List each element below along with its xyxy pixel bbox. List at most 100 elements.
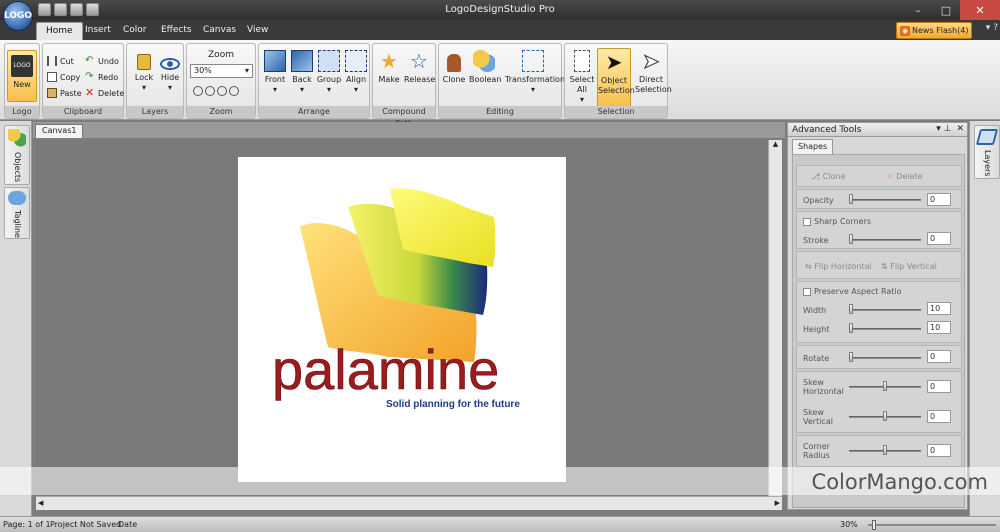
horizontal-scrollbar[interactable]: ◀ ▶ [36, 496, 782, 510]
opacity-slider[interactable] [849, 199, 921, 201]
hide-button[interactable]: Hide ▾ [155, 50, 185, 93]
copy-label: Copy [60, 72, 81, 82]
delete-label: Delete [98, 88, 125, 98]
preserve-aspect-checkbox[interactable]: Preserve Aspect Ratio [803, 287, 902, 296]
group-label-arrange: Arrange [259, 106, 369, 118]
brand-wordmark[interactable]: palamine [272, 338, 500, 402]
preserve-aspect-label: Preserve Aspect Ratio [814, 287, 902, 296]
cut-label: Cut [60, 56, 74, 66]
paste-icon [47, 88, 57, 98]
make-button[interactable]: ★ Make [374, 50, 404, 85]
status-page: Page: 1 of 1 [3, 520, 51, 529]
zoom-slider[interactable] [868, 524, 996, 526]
help-icon[interactable]: ? [993, 23, 998, 33]
stroke-slider[interactable] [849, 239, 921, 241]
scroll-left-icon[interactable]: ◀ [38, 499, 43, 507]
zoom-actual-icon[interactable] [229, 86, 239, 96]
stroke-slider-thumb[interactable] [849, 234, 853, 244]
zoom-out-icon[interactable] [217, 86, 227, 96]
select-all-button[interactable]: Select All ▾ [567, 50, 597, 105]
flip-horizontal-button[interactable]: ⇆ Flip Horizontal [805, 262, 872, 271]
release-button[interactable]: ☆ Release [404, 49, 436, 85]
skew-horizontal-input[interactable]: 0 [927, 380, 951, 393]
tagline-text[interactable]: Solid planning for the future [386, 399, 520, 410]
rotate-label: Rotate [803, 354, 830, 363]
logo-artwork[interactable]: palamine Solid planning for the future [238, 157, 566, 482]
corner-radius-input[interactable]: 0 [927, 444, 951, 457]
preserve-aspect-box[interactable] [803, 287, 811, 296]
zoom-select[interactable]: 30% ▾ [190, 64, 253, 78]
clone-button[interactable]: Clone [439, 50, 469, 85]
opacity-input[interactable]: 0 [927, 193, 951, 206]
copy-button[interactable]: Copy [47, 72, 80, 82]
height-slider-thumb[interactable] [849, 323, 853, 333]
tab-view[interactable]: View [238, 22, 277, 40]
side-tab-objects[interactable]: Objects [4, 125, 30, 185]
direct-selection-button[interactable]: ➤ Direct Selection [635, 50, 672, 95]
flip-vertical-label: Flip Vertical [890, 262, 937, 271]
opacity-slider-thumb[interactable] [849, 194, 853, 204]
scroll-right-icon[interactable]: ▶ [775, 499, 780, 507]
boolean-button[interactable]: Boolean [469, 50, 501, 85]
vertical-scrollbar[interactable]: ▲ [768, 140, 782, 496]
window-title: LogoDesignStudio Pro [445, 4, 555, 15]
app-orb-button[interactable]: LOGO [3, 1, 33, 31]
scroll-up-icon[interactable]: ▲ [769, 140, 782, 148]
panel-clone-button[interactable]: ⎇ Clone [811, 172, 845, 181]
side-tab-tagline[interactable]: Tagline [4, 187, 30, 239]
group-label-compound: Compound Path [373, 106, 435, 128]
redo-button[interactable]: ↷ Redo [85, 72, 118, 82]
flip-vertical-button[interactable]: ⇅ Flip Vertical [881, 262, 937, 271]
zoom-value: 30% [194, 66, 212, 75]
pin-icon[interactable]: ▾ ⊥ [936, 124, 951, 134]
object-selection-button[interactable]: ➤ Object Selection [597, 48, 635, 108]
sharp-corners-box[interactable] [803, 217, 811, 226]
width-slider[interactable] [849, 309, 921, 311]
undo-button[interactable]: ↶ Undo [85, 56, 119, 66]
delete-button[interactable]: ✕ Delete [85, 87, 125, 98]
object-selection-label: Object Selection [598, 76, 635, 95]
panel-close-icon[interactable]: ✕ [956, 124, 964, 134]
minimize-button[interactable]: – [904, 0, 932, 20]
zoom-in-icon[interactable] [205, 86, 215, 96]
group-button[interactable]: Group ▾ [314, 50, 344, 95]
cut-button[interactable]: Cut [47, 56, 74, 66]
tab-canvas1[interactable]: Canvas1 [35, 124, 84, 138]
paste-button[interactable]: Paste [47, 88, 82, 98]
side-tab-layers[interactable]: Layers [974, 125, 1000, 179]
star-release-icon: ☆ [410, 49, 428, 73]
align-button[interactable]: Align ▾ [341, 50, 371, 95]
height-slider[interactable] [849, 328, 921, 330]
zoom-slider-thumb[interactable] [872, 520, 876, 530]
back-button[interactable]: Back ▾ [287, 50, 317, 95]
news-flash-button[interactable]: ◉ News Flash(4) [896, 22, 972, 39]
width-input[interactable]: 10 [927, 302, 951, 315]
rotate-slider[interactable] [849, 357, 921, 359]
tab-color[interactable]: Color [114, 22, 156, 40]
skew-vertical-input[interactable]: 0 [927, 410, 951, 423]
skew-horizontal-thumb[interactable] [883, 381, 887, 391]
close-button[interactable]: ✕ [960, 0, 1000, 20]
clone-label: Clone [442, 75, 466, 84]
rotate-slider-thumb[interactable] [849, 352, 853, 362]
objects-label: Objects [13, 152, 22, 183]
options-dropdown-icon[interactable]: ▾ [986, 23, 991, 33]
group-icon [318, 50, 340, 72]
zoom-fit-icon[interactable] [193, 86, 203, 96]
sharp-corners-checkbox[interactable]: Sharp Corners [803, 217, 871, 226]
release-label: Release [404, 75, 436, 84]
tab-shapes[interactable]: Shapes [792, 139, 834, 154]
panel-delete-button[interactable]: ✕ Delete [887, 172, 923, 181]
maximize-button[interactable]: □ [932, 0, 960, 20]
rotate-input[interactable]: 0 [927, 350, 951, 363]
front-button[interactable]: Front ▾ [260, 50, 290, 95]
transformation-button[interactable]: Transformation ▾ [505, 50, 565, 95]
width-slider-thumb[interactable] [849, 304, 853, 314]
right-sidebar: Layers [969, 121, 1000, 516]
corner-radius-thumb[interactable] [883, 445, 887, 455]
panel-clone-label: Clone [822, 172, 846, 181]
new-logo-button[interactable]: LOGO New [7, 50, 37, 102]
stroke-input[interactable]: 0 [927, 232, 951, 245]
height-input[interactable]: 10 [927, 321, 951, 334]
skew-vertical-thumb[interactable] [883, 411, 887, 421]
